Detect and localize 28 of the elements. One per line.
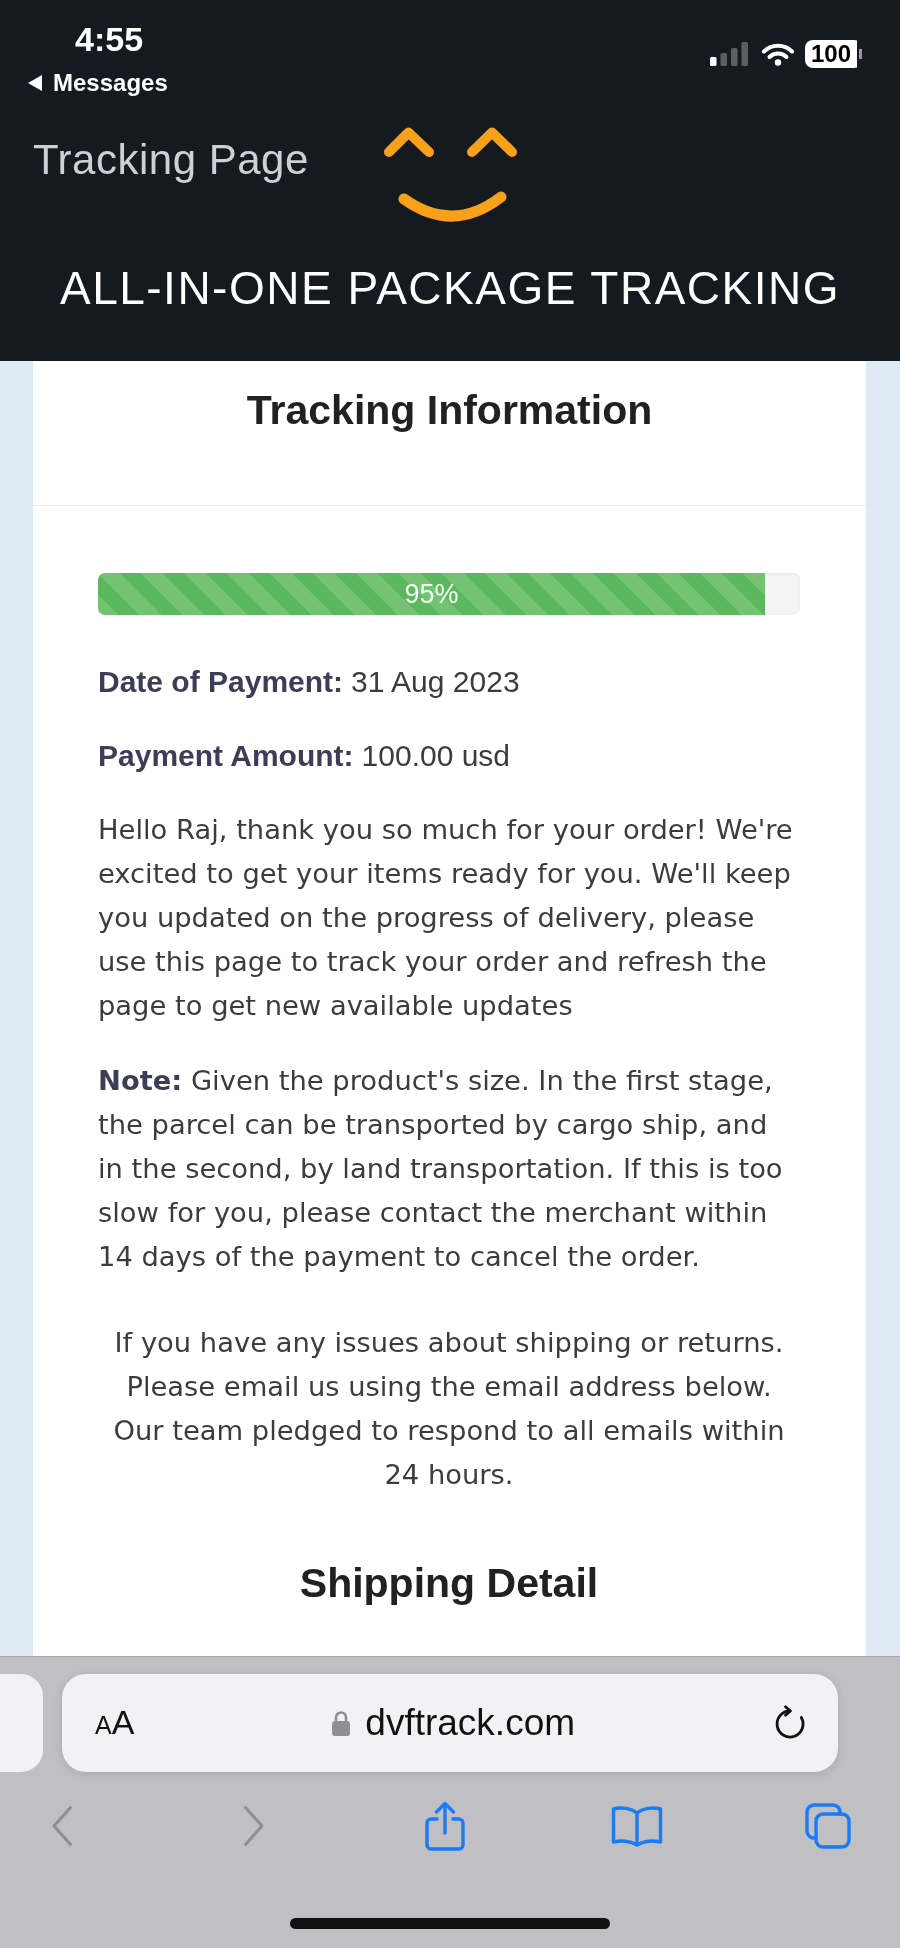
tagline: ALL-IN-ONE PACKAGE TRACKING: [58, 262, 842, 314]
back-triangle-icon: [28, 75, 42, 91]
back-to-app-link[interactable]: Messages: [28, 69, 168, 97]
paragraph: Hello Raj, thank you so much for your order! We're excited to get your items ready for you. We'll keep you updated on the progress of delivery, please use this page to track your order and refresh the page to get new available updates: [98, 813, 794, 1023]
field-label: Date of Payment:: [98, 665, 344, 698]
open-book-icon: [610, 1805, 663, 1847]
battery-indicator: 100: [805, 40, 862, 68]
signal-icon: [710, 42, 748, 66]
centered-paragraph: If you have any issues about shipping or returns. Please email us using the email address below. Our team pledged to respond to all emails within 24 hours.: [112, 1326, 786, 1492]
tabs-icon: [804, 1802, 852, 1850]
field-value: 31 Aug 2023: [351, 665, 520, 698]
url-text: dvftrack.com: [365, 1701, 576, 1745]
lock-icon: [331, 1710, 352, 1736]
section-title: Shipping Detail: [298, 1559, 600, 1607]
progress-label: 95%: [404, 578, 459, 610]
status-time: 4:55: [75, 19, 144, 59]
chevron-right-icon: [242, 1805, 265, 1847]
paragraph: Note: Given the product's size. In the first stage, the parcel can be transported by cargo ship, and in the second, by land transportation. If this is too slow for you, please contact the merchant within 14 days of the payment to cancel the order.: [98, 1064, 784, 1274]
chevron-left-icon: [51, 1805, 73, 1847]
text-size-button[interactable]: AA: [95, 1701, 135, 1745]
address-bar[interactable]: AA dvftrack.com: [62, 1674, 838, 1772]
card-title: Tracking Information: [246, 386, 653, 434]
site-title: Tracking Page: [33, 135, 309, 185]
previous-tab-edge[interactable]: [0, 1674, 43, 1772]
share-icon: [424, 1800, 466, 1852]
field-label: Payment Amount:: [98, 739, 354, 772]
wifi-icon: [761, 42, 795, 66]
field-value: 100.00 usd: [361, 739, 511, 772]
